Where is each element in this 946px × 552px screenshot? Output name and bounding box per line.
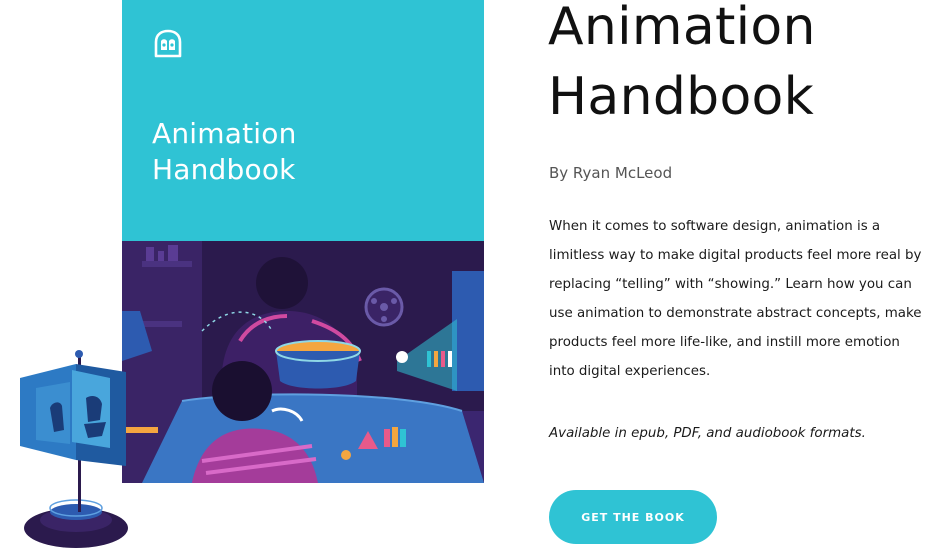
book-title-line: Handbook [548,67,815,127]
book-title: Animation Handbook [548,0,938,132]
book-description: When it comes to software design, animat… [549,219,922,379]
cover-title-line: Handbook [152,153,296,186]
availability-note: Available in epub, PDF, and audiobook fo… [549,426,866,441]
owl-logo-icon [154,29,182,58]
cover-title: Animation Handbook [152,116,472,188]
book-title-line: Animation [548,0,816,57]
cover-top-panel: Animation Handbook [122,0,484,241]
get-the-book-button[interactable]: GET THE BOOK [549,490,717,544]
zoetrope-illustration [20,350,128,548]
cover-illustration [122,241,484,483]
book-cover: Animation Handbook [122,0,484,483]
author-byline: By Ryan McLeod [549,164,673,182]
cover-title-line: Animation [152,117,297,150]
